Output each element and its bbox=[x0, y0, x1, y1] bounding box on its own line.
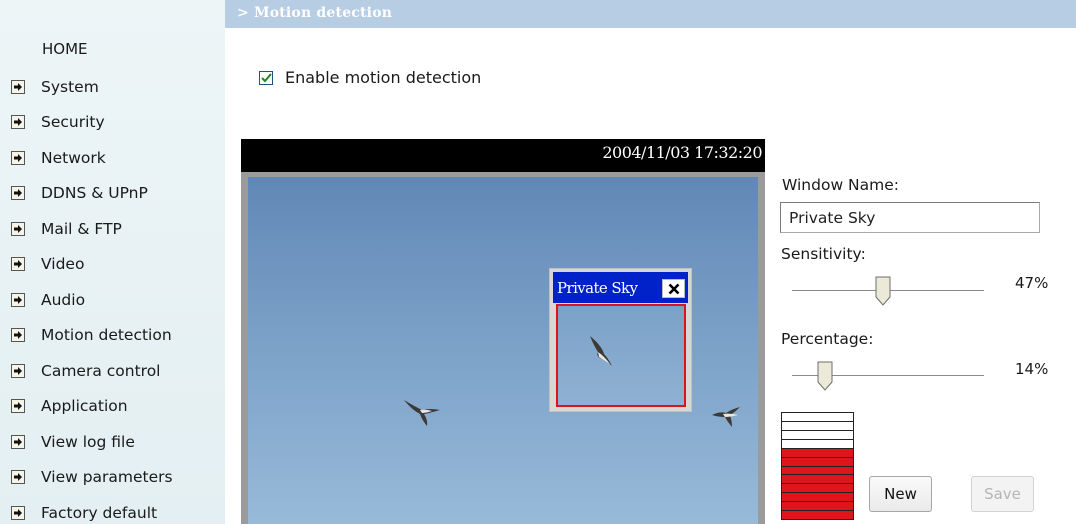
meter-segment bbox=[782, 413, 853, 422]
sidebar-item-label: Application bbox=[41, 397, 128, 416]
meter-segment bbox=[782, 511, 853, 520]
sidebar-item-video[interactable]: Video bbox=[0, 247, 225, 283]
enable-motion-detection[interactable]: Enable motion detection bbox=[259, 68, 481, 87]
motion-window-titlebar[interactable]: Private Sky bbox=[553, 272, 688, 303]
slider-thumb[interactable] bbox=[817, 361, 833, 391]
motion-level-meter bbox=[781, 412, 854, 520]
arrow-right-icon bbox=[11, 150, 25, 165]
bird-image bbox=[712, 407, 740, 427]
arrow-right-icon bbox=[11, 257, 25, 272]
checkmark-icon bbox=[260, 72, 272, 82]
page-title: > Motion detection bbox=[237, 5, 393, 21]
sidebar-item-application[interactable]: Application bbox=[0, 389, 225, 425]
meter-segment bbox=[782, 475, 853, 485]
sidebar-item-factory-default[interactable]: Factory default bbox=[0, 495, 225, 524]
motion-window[interactable]: Private Sky bbox=[549, 268, 692, 412]
close-icon bbox=[668, 283, 679, 294]
percentage-label: Percentage: bbox=[781, 330, 874, 348]
meter-segment bbox=[782, 448, 853, 458]
enable-motion-checkbox[interactable] bbox=[259, 70, 273, 85]
sidebar-item-security[interactable]: Security bbox=[0, 105, 225, 141]
sidebar-item-label: Video bbox=[41, 255, 85, 274]
meter-segment bbox=[782, 466, 853, 476]
sidebar-item-system[interactable]: System bbox=[0, 69, 225, 105]
arrow-right-icon bbox=[11, 470, 25, 485]
sidebar-item-network[interactable]: Network bbox=[0, 140, 225, 176]
sidebar-item-label: Camera control bbox=[41, 361, 161, 380]
meter-segment bbox=[782, 493, 853, 503]
sensitivity-slider[interactable] bbox=[792, 276, 984, 306]
bird-image bbox=[404, 400, 440, 426]
arrow-right-icon bbox=[11, 505, 25, 520]
arrow-right-icon bbox=[11, 328, 25, 343]
arrow-right-icon bbox=[11, 292, 25, 307]
percentage-slider[interactable] bbox=[792, 361, 984, 391]
sidebar-item-motion-detection[interactable]: Motion detection bbox=[0, 318, 225, 354]
new-window-button[interactable]: New bbox=[869, 476, 932, 512]
page-header: > Motion detection bbox=[225, 0, 1076, 28]
arrow-right-icon bbox=[11, 399, 25, 414]
percentage-value: 14% bbox=[1015, 360, 1049, 378]
sidebar-item-label: View log file bbox=[41, 432, 135, 451]
sensitivity-label: Sensitivity: bbox=[781, 245, 866, 263]
sidebar-item-label: Audio bbox=[41, 290, 86, 309]
sidebar-item-label: Motion detection bbox=[41, 326, 172, 345]
meter-segment bbox=[782, 422, 853, 431]
sidebar-item-view-parameters[interactable]: View parameters bbox=[0, 460, 225, 496]
motion-window-title: Private Sky bbox=[557, 278, 638, 297]
enable-motion-label: Enable motion detection bbox=[285, 68, 482, 87]
motion-window-close-button[interactable] bbox=[662, 279, 685, 298]
sidebar-item-label: Security bbox=[41, 113, 105, 132]
arrow-right-icon bbox=[11, 115, 25, 130]
meter-segment bbox=[782, 440, 853, 449]
arrow-right-icon bbox=[11, 186, 25, 201]
slider-thumb[interactable] bbox=[875, 276, 891, 306]
video-timestamp-bar: 2004/11/03 17:32:20 bbox=[241, 139, 765, 172]
sidebar-item-audio[interactable]: Audio bbox=[0, 282, 225, 318]
sidebar-item-label: Network bbox=[41, 148, 106, 167]
sidebar-item-label: System bbox=[41, 77, 99, 96]
sidebar: HOME System Security Network DDNS & UPnP Mai… bbox=[0, 0, 225, 524]
sidebar-item-view-log-file[interactable]: View log file bbox=[0, 424, 225, 460]
sidebar-item-camera-control[interactable]: Camera control bbox=[0, 353, 225, 389]
sidebar-item-label: Factory default bbox=[41, 503, 158, 522]
sidebar-nav: System Security Network DDNS & UPnP Mail & F… bbox=[0, 69, 225, 524]
sidebar-item-label: View parameters bbox=[41, 468, 173, 487]
motion-detection-area[interactable] bbox=[556, 304, 686, 407]
arrow-right-icon bbox=[11, 79, 25, 94]
arrow-right-icon bbox=[11, 221, 25, 236]
video-timestamp: 2004/11/03 17:32:20 bbox=[602, 143, 762, 162]
home-link[interactable]: HOME bbox=[42, 40, 88, 58]
bird-image bbox=[590, 336, 612, 366]
meter-segment bbox=[782, 502, 853, 512]
sidebar-item-label: Mail & FTP bbox=[41, 219, 122, 238]
sidebar-item-label: DDNS & UPnP bbox=[41, 184, 148, 203]
sidebar-item-mail-ftp[interactable]: Mail & FTP bbox=[0, 211, 225, 247]
sidebar-item-ddns-upnp[interactable]: DDNS & UPnP bbox=[0, 176, 225, 212]
meter-segment bbox=[782, 457, 853, 467]
meter-segment bbox=[782, 484, 853, 494]
window-name-label: Window Name: bbox=[782, 176, 899, 194]
meter-segment bbox=[782, 431, 853, 440]
save-button[interactable]: Save bbox=[971, 476, 1034, 512]
sensitivity-value: 47% bbox=[1015, 274, 1049, 292]
arrow-right-icon bbox=[11, 434, 25, 449]
arrow-right-icon bbox=[11, 363, 25, 378]
window-name-input[interactable] bbox=[780, 202, 1040, 233]
